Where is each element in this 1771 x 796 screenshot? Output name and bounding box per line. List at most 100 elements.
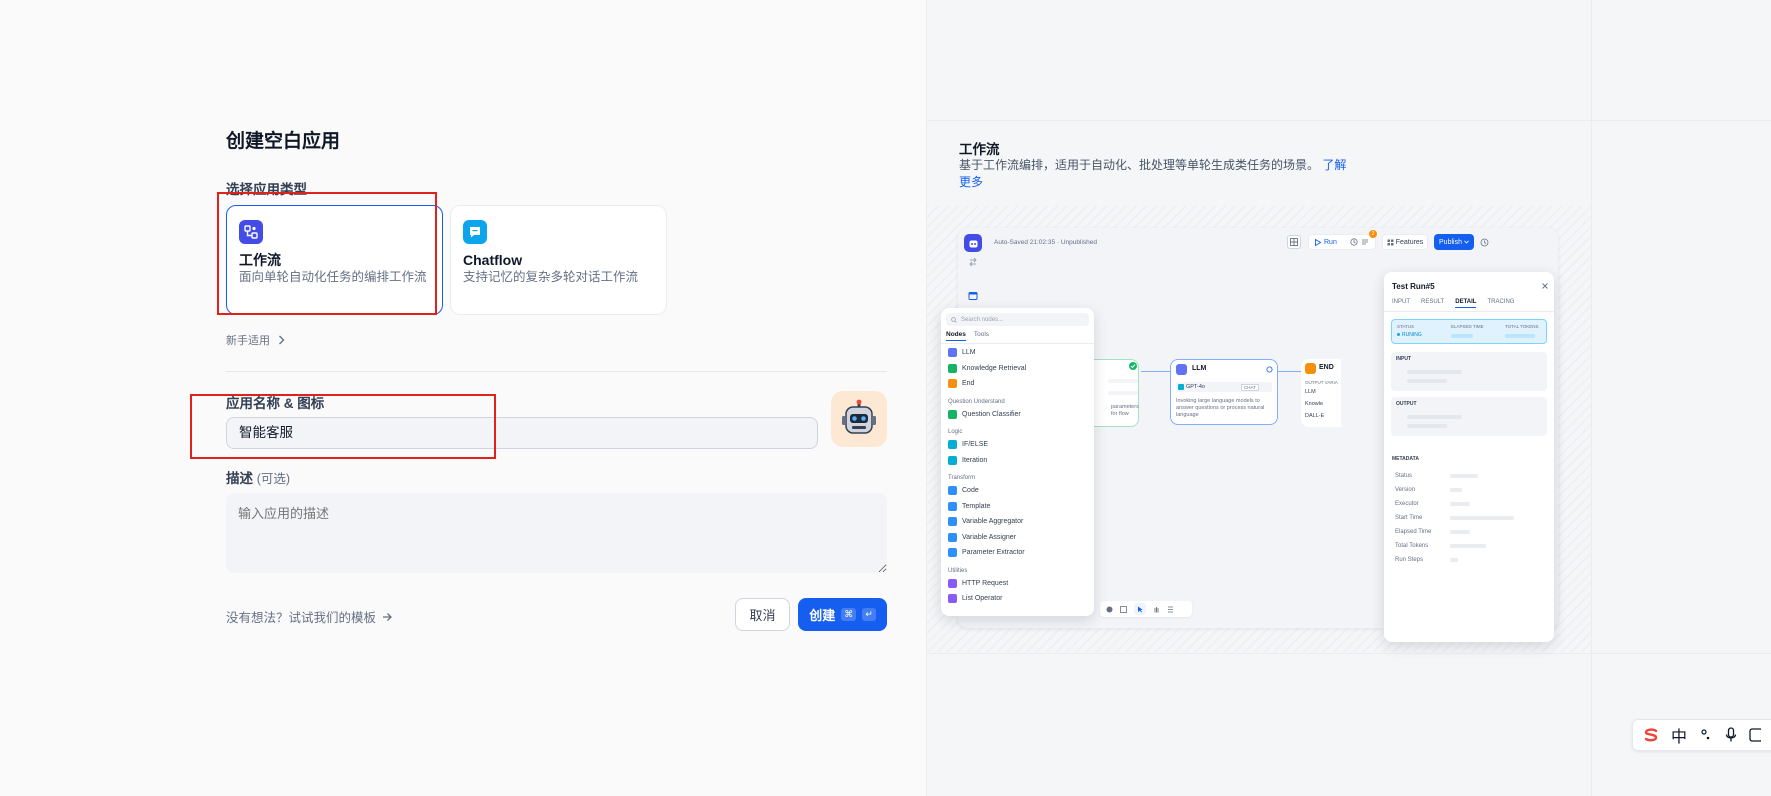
node-type-icon [948,440,957,450]
chevron-down-icon [1464,240,1469,244]
end-output-item: Knowle [1305,401,1324,407]
node-type-icon [948,379,957,389]
end-output-item: DALL-E [1305,413,1325,419]
chevron-right-icon [279,335,285,345]
tab-detail[interactable]: DETAIL [1455,299,1477,308]
app-icon-picker[interactable] [831,391,887,447]
metadata-list: Status Version Executor Start Time Elaps… [1395,469,1514,567]
node-menu-label: Code [962,487,979,495]
publish-button[interactable]: Publish [1434,234,1474,250]
node-menu-item[interactable]: Knowledge Retrieval [941,361,1094,377]
node-menu-item[interactable]: Parameter Extractor [941,545,1094,561]
meta-row: Total Tokens [1395,539,1514,553]
loading-icon [1266,366,1273,373]
beginner-label: 新手适用 [226,335,270,347]
end-node: END OUTPUT VARIA LLM Knowle DALL-E [1301,359,1341,427]
node-menu-item[interactable]: List Operator [941,591,1094,607]
punctuation-icon[interactable] [1699,728,1713,742]
preview-desc-text: 基于工作流编排，适用于自动化、批处理等单轮生成类任务的场景。 [959,158,1320,172]
canvas-toolbar [1100,601,1192,617]
tab-nodes[interactable]: Nodes [946,331,966,341]
meta-row: Start Time [1395,511,1514,525]
divider [226,371,887,372]
end-icon [1305,363,1316,374]
test-run-panel: Test Run#5 INPUT RESULT DETAIL TRACING S… [1384,272,1554,642]
llm-icon [1176,364,1187,375]
node-menu-item[interactable]: Iteration [941,453,1094,469]
grid-line [926,120,1771,121]
menu-group-label: Transform [948,475,976,481]
node-menu-item[interactable]: Question Classifier [941,407,1094,423]
features-icon [1387,239,1394,245]
node-type-icon [948,548,957,558]
autosave-status: Auto-Saved 21:02:35 · Unpublished [994,239,1097,246]
publish-label: Publish [1439,238,1462,246]
add-node-icon[interactable] [1106,606,1113,613]
layout-button[interactable] [1287,235,1301,249]
organize-icon[interactable] [1167,606,1174,613]
node-type-icon [948,348,957,358]
microphone-icon[interactable] [1725,727,1737,743]
ime-mode-chinese[interactable]: 中 [1671,723,1687,747]
description-input[interactable] [226,493,887,573]
menu-group-label: Utilities [948,567,968,574]
node-menu-item[interactable]: IF/ELSE [941,437,1094,453]
search-icon [951,316,957,323]
swap-icon [969,257,977,267]
model-icon [1178,384,1184,390]
arrow-right-icon [383,612,392,621]
node-menu-label: LLM [962,349,976,357]
type-card-chatflow[interactable]: Chatflow 支持记忆的复杂多轮对话工作流 [450,205,667,315]
node-menu-item[interactable]: End [941,376,1094,392]
tokens-label: TOTAL TOKENS [1505,324,1539,329]
input-card: INPUT [1391,352,1547,391]
node-search-input[interactable]: Search nodes... [946,313,1089,326]
tab-tracing[interactable]: TRACING [1487,299,1514,308]
node-type-icon [948,517,957,527]
beginner-toggle[interactable]: 新手适用 [226,332,285,348]
highlight-box [190,394,496,459]
keyboard-icon[interactable] [1749,728,1762,742]
features-button[interactable]: Features [1382,234,1428,250]
node-type-icon [948,501,957,511]
value-placeholder [1407,415,1462,419]
desc-label: 描述 [226,471,253,486]
cancel-button[interactable]: 取消 [735,598,790,631]
template-link[interactable]: 没有想法？试试我们的模板 [226,607,393,626]
hand-icon[interactable] [1153,606,1160,613]
node-menu-item[interactable]: HTTP Request [941,576,1094,592]
enter-key-icon: ↵ [862,608,876,621]
note-icon[interactable] [1120,605,1127,613]
pointer-icon [1137,606,1143,612]
search-placeholder: Search nodes... [961,316,1004,323]
elapsed-label: ELAPSED TIME [1451,324,1484,329]
node-menu-label: IF/ELSE [962,441,989,449]
tab-input[interactable]: INPUT [1392,299,1410,308]
model-name: GPT-4o [1186,383,1205,390]
node-menu-item[interactable]: Template [941,499,1094,515]
node-menu-item[interactable]: Variable Assigner [941,530,1094,546]
node-type-icon [948,532,957,542]
create-button[interactable]: 创建 ⌘ ↵ [798,598,887,631]
value-placeholder [1407,379,1447,383]
tab-tools[interactable]: Tools [974,331,989,341]
status-value: RUNING [1402,331,1422,338]
node-type-icon [948,455,957,465]
highlight-box [217,192,437,315]
status-dot [1397,333,1400,336]
end-output-label: OUTPUT VARIA [1305,380,1338,385]
run-button[interactable]: Run [1308,234,1376,250]
node-menu-label: Question Classifier [962,410,1021,418]
llm-node-desc: Invoking large language models to answer… [1176,398,1265,418]
close-icon[interactable] [1542,283,1548,289]
edge [1278,371,1301,372]
tab-result[interactable]: RESULT [1421,299,1444,308]
node-menu-item[interactable]: LLM [941,345,1094,361]
node-menu-item[interactable]: Variable Aggregator [941,514,1094,530]
pointer-mode-button[interactable] [1134,603,1146,615]
restore-icon[interactable] [1480,238,1489,247]
metadata-label: METADATA [1392,456,1419,462]
meta-row: Status [1395,469,1514,483]
node-menu-item[interactable]: Code [941,483,1094,499]
menu-group-label: Question Understand [948,398,1005,405]
